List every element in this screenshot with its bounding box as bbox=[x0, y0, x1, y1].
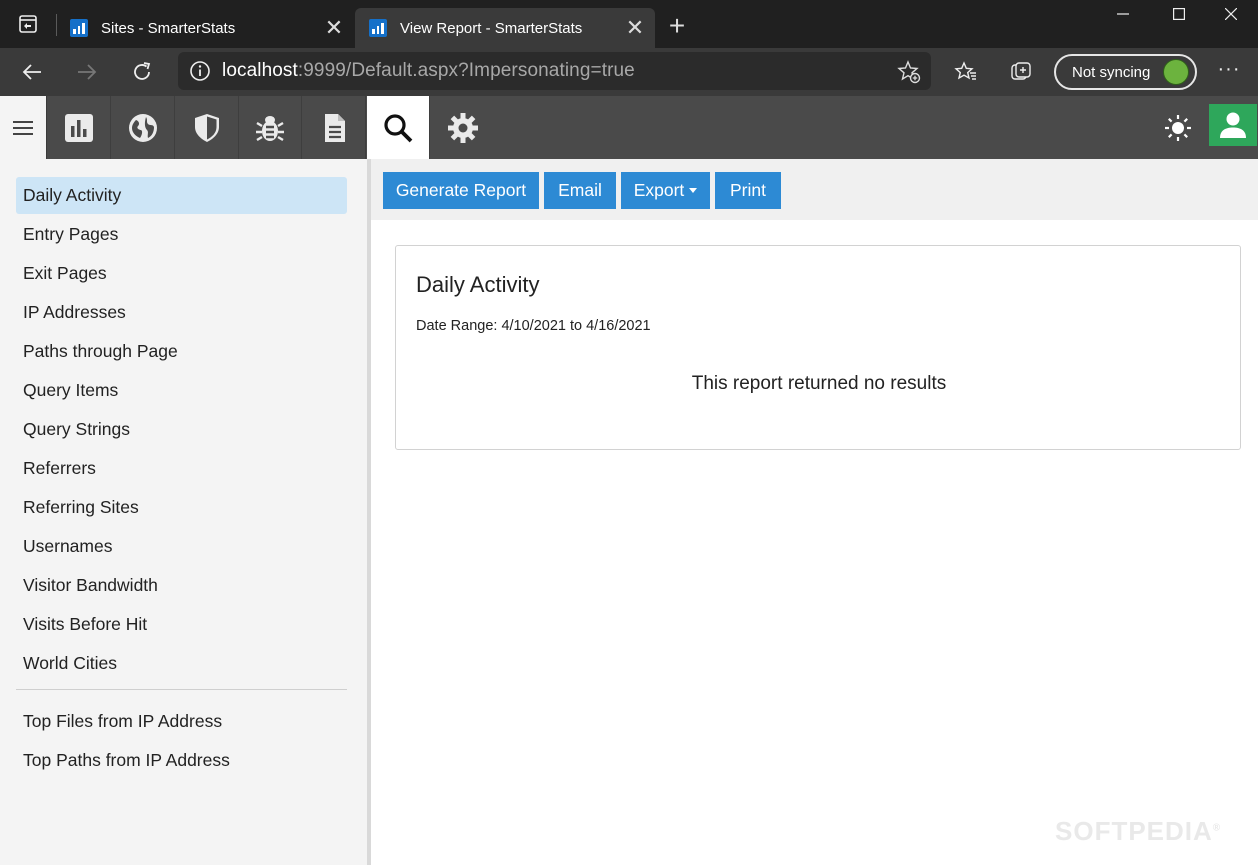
export-dropdown-button[interactable]: Export bbox=[621, 172, 710, 209]
sidebar-item-visits-before-hit[interactable]: Visits Before Hit bbox=[16, 606, 347, 643]
address-host: localhost bbox=[222, 60, 298, 81]
user-icon bbox=[1220, 112, 1246, 138]
close-icon bbox=[1224, 7, 1238, 21]
more-menu-button[interactable]: ··· bbox=[1214, 58, 1244, 86]
report-date-range: Date Range: 4/10/2021 to 4/16/2021 bbox=[416, 318, 651, 334]
user-account-button[interactable] bbox=[1209, 104, 1257, 146]
favorites-button[interactable] bbox=[953, 59, 979, 85]
export-label: Export bbox=[633, 180, 685, 200]
sidebar-item-top-paths-from-ip[interactable]: Top Paths from IP Address bbox=[16, 742, 347, 779]
add-favorite-icon[interactable] bbox=[897, 60, 921, 84]
sun-icon bbox=[1165, 115, 1191, 141]
search-icon bbox=[384, 113, 413, 142]
sidebar-item-visitor-bandwidth[interactable]: Visitor Bandwidth bbox=[16, 567, 347, 604]
sidebar-item-referrers[interactable]: Referrers bbox=[16, 450, 347, 487]
close-window-button[interactable] bbox=[1204, 0, 1258, 32]
sidebar-item-world-cities[interactable]: World Cities bbox=[16, 645, 347, 682]
report-card: Daily Activity Date Range: 4/10/2021 to … bbox=[395, 245, 1241, 450]
sidebar-item-daily-activity[interactable]: Daily Activity bbox=[16, 177, 347, 214]
nav-tab-search[interactable] bbox=[367, 96, 430, 159]
sidebar-item-query-items[interactable]: Query Items bbox=[16, 372, 347, 409]
nav-tab-security[interactable] bbox=[176, 96, 239, 159]
arrow-right-icon bbox=[78, 64, 97, 80]
email-button[interactable]: Email bbox=[544, 172, 616, 209]
report-sidebar: Daily Activity Entry Pages Exit Pages IP… bbox=[0, 159, 367, 865]
gear-icon bbox=[447, 112, 478, 143]
tab-title: Sites - SmarterStats bbox=[101, 19, 236, 37]
browser-toolbar: localhost:9999/Default.aspx?Impersonatin… bbox=[0, 48, 1258, 96]
tab-actions-icon bbox=[19, 15, 37, 33]
smarterstats-favicon-icon bbox=[70, 19, 88, 37]
document-icon bbox=[325, 113, 345, 142]
sidebar-item-exit-pages[interactable]: Exit Pages bbox=[16, 255, 347, 292]
report-main: Generate Report Email Export Print Daily… bbox=[371, 159, 1258, 865]
print-button[interactable]: Print bbox=[715, 172, 781, 209]
report-list: Daily Activity Entry Pages Exit Pages IP… bbox=[16, 177, 347, 781]
maximize-icon bbox=[1173, 8, 1186, 21]
sidebar-item-top-files-from-ip[interactable]: Top Files from IP Address bbox=[16, 703, 347, 740]
arrow-left-icon bbox=[22, 64, 41, 80]
report-title: Daily Activity bbox=[416, 272, 540, 297]
tab-title: View Report - SmarterStats bbox=[400, 19, 583, 37]
collections-icon bbox=[1011, 62, 1031, 80]
generate-report-button[interactable]: Generate Report bbox=[383, 172, 539, 209]
site-info-icon[interactable] bbox=[178, 60, 222, 82]
app-header bbox=[0, 96, 1258, 159]
sidebar-divider bbox=[16, 689, 347, 690]
bar-chart-icon bbox=[65, 113, 93, 142]
browser-tab-view-report[interactable]: View Report - SmarterStats ✕ bbox=[355, 8, 655, 48]
report-empty-message: This report returned no results bbox=[691, 373, 947, 394]
forward-button[interactable] bbox=[69, 54, 105, 90]
theme-toggle-button[interactable] bbox=[1160, 110, 1196, 146]
caret-down-icon bbox=[689, 188, 698, 193]
nav-tab-documents[interactable] bbox=[303, 96, 366, 159]
nav-tab-debug[interactable] bbox=[239, 96, 302, 159]
menu-toggle-button[interactable] bbox=[0, 96, 47, 159]
nav-tab-settings[interactable] bbox=[431, 96, 494, 159]
address-path: :9999/Default.aspx?Impersonating=true bbox=[297, 60, 635, 81]
softpedia-watermark: SOFTPEDIA® bbox=[1055, 816, 1222, 846]
browser-tab-sites[interactable]: Sites - SmarterStats ✕ bbox=[56, 8, 354, 48]
refresh-button[interactable] bbox=[124, 54, 160, 90]
nav-tab-reports[interactable] bbox=[48, 96, 111, 159]
address-bar[interactable]: localhost:9999/Default.aspx?Impersonatin… bbox=[178, 52, 931, 90]
watermark-text: SOFTPEDIA bbox=[1055, 816, 1213, 846]
globe-icon bbox=[129, 113, 157, 142]
address-url[interactable]: localhost:9999/Default.aspx?Impersonatin… bbox=[222, 60, 635, 82]
nav-tab-sites[interactable] bbox=[112, 96, 175, 159]
back-button[interactable] bbox=[14, 54, 50, 90]
browser-tab-strip: Sites - SmarterStats ✕ View Report - Sma… bbox=[0, 0, 1258, 48]
tab-close-icon[interactable]: ✕ bbox=[615, 17, 655, 39]
sidebar-item-referring-sites[interactable]: Referring Sites bbox=[16, 489, 347, 526]
sidebar-item-paths-through-page[interactable]: Paths through Page bbox=[16, 333, 347, 370]
minimize-icon bbox=[1117, 13, 1129, 15]
collections-button[interactable] bbox=[1008, 59, 1034, 85]
profile-sync-button[interactable]: Not syncing bbox=[1054, 54, 1197, 90]
shield-icon bbox=[195, 113, 219, 142]
bug-icon bbox=[256, 115, 284, 141]
report-action-bar: Generate Report Email Export Print bbox=[371, 159, 1258, 220]
refresh-icon bbox=[134, 62, 151, 80]
sidebar-item-query-strings[interactable]: Query Strings bbox=[16, 411, 347, 448]
new-tab-button[interactable]: + bbox=[660, 8, 694, 44]
sidebar-item-ip-addresses[interactable]: IP Addresses bbox=[16, 294, 347, 331]
maximize-button[interactable] bbox=[1152, 0, 1206, 32]
favorites-icon bbox=[954, 61, 976, 80]
sidebar-item-entry-pages[interactable]: Entry Pages bbox=[16, 216, 347, 253]
smarterstats-favicon-icon bbox=[369, 19, 387, 37]
hamburger-icon bbox=[13, 120, 33, 135]
sidebar-item-usernames[interactable]: Usernames bbox=[16, 528, 347, 565]
sync-status-label: Not syncing bbox=[1072, 63, 1151, 81]
minimize-button[interactable] bbox=[1096, 0, 1150, 32]
profile-avatar-icon bbox=[1163, 59, 1189, 85]
tab-close-icon[interactable]: ✕ bbox=[314, 17, 354, 39]
tab-actions-button[interactable] bbox=[0, 0, 56, 48]
